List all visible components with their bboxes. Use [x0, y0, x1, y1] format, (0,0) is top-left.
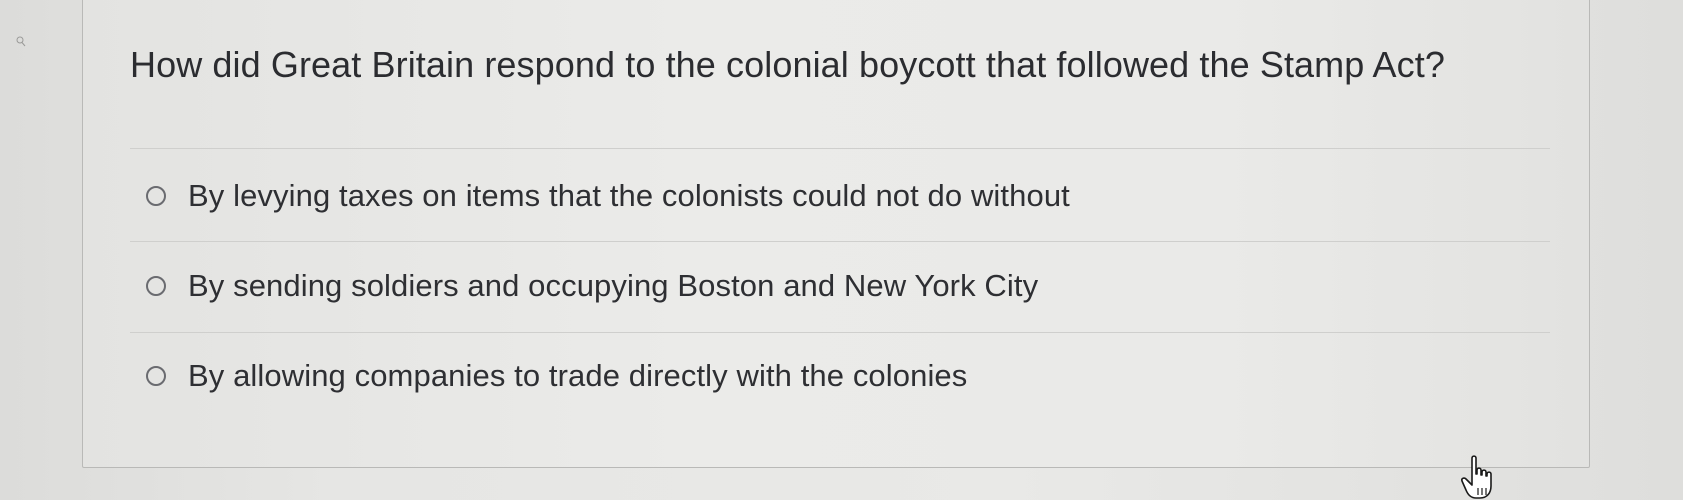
question-text: How did Great Britain respond to the col… — [130, 44, 1445, 85]
divider — [130, 241, 1550, 242]
answer-option-2[interactable]: By sending soldiers and occupying Boston… — [146, 268, 1038, 304]
answer-option-label: By levying taxes on items that the colon… — [188, 178, 1070, 213]
divider — [130, 332, 1550, 333]
answer-option-1[interactable]: By levying taxes on items that the colon… — [146, 178, 1070, 214]
radio-button[interactable] — [146, 186, 166, 206]
answer-option-label: By allowing companies to trade directly … — [188, 358, 968, 393]
divider — [130, 148, 1550, 149]
radio-button[interactable] — [146, 366, 166, 386]
radio-button[interactable] — [146, 276, 166, 296]
answer-option-label: By sending soldiers and occupying Boston… — [188, 268, 1039, 303]
answer-option-3[interactable]: By allowing companies to trade directly … — [146, 358, 967, 394]
magnifier-icon — [16, 36, 26, 47]
hand-pointer-icon — [1461, 455, 1492, 499]
